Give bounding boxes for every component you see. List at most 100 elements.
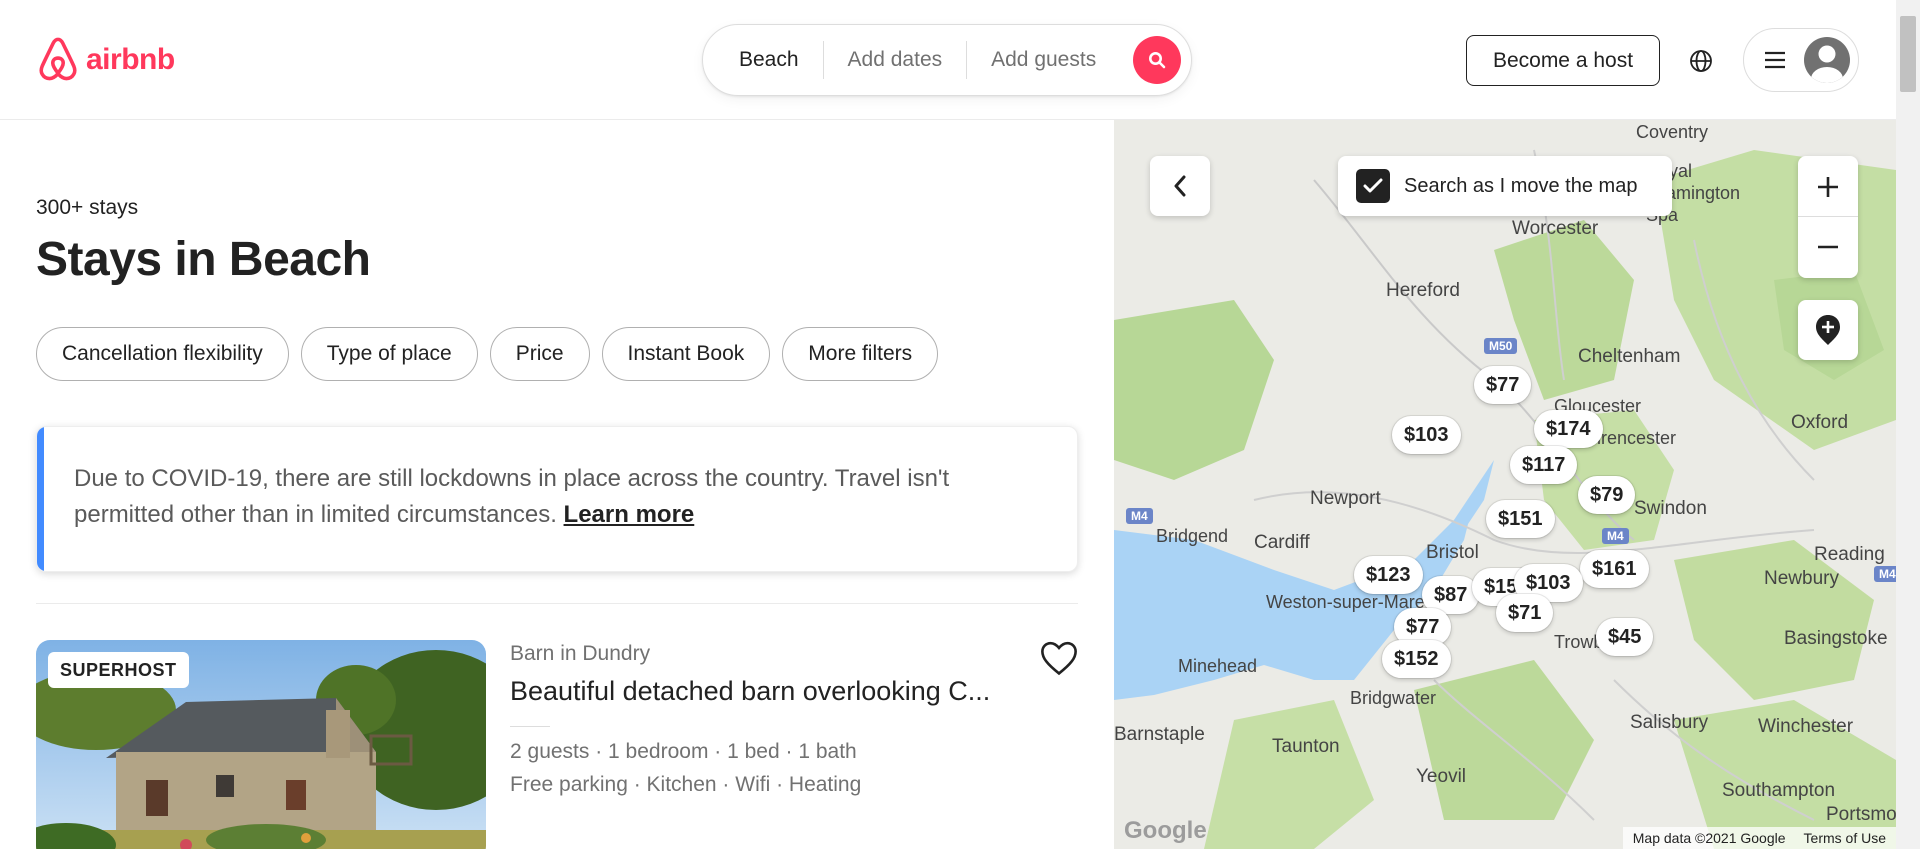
map-place-label: Southampton (1722, 780, 1836, 801)
map-place-label: Oxford (1791, 412, 1849, 433)
map-place-label: Bridgend (1156, 526, 1229, 546)
superhost-badge: SUPERHOST (48, 652, 189, 688)
listing-card[interactable]: SUPERHOST Barn in Dundry Beautiful detac… (36, 640, 1078, 849)
map-data-attribution: Map data ©2021 Google (1632, 830, 1786, 846)
map-place-label: Cheltenham (1578, 346, 1681, 367)
search-location[interactable]: Beach (703, 40, 823, 80)
zoom-controls (1798, 156, 1858, 278)
filter-price[interactable]: Price (489, 327, 590, 381)
price-pin[interactable]: $152 (1382, 640, 1451, 678)
heart-icon (1041, 641, 1077, 676)
filter-more[interactable]: More filters (782, 327, 939, 381)
map[interactable]: Coventry Royal Leamington Spa Worcester … (1114, 120, 1896, 849)
road-shield: M4 (1874, 566, 1896, 582)
search-guests[interactable]: Add guests (967, 40, 1120, 80)
search-as-move-toggle[interactable]: Search as I move the map (1338, 156, 1672, 216)
map-place-label: Basingstoke (1784, 628, 1888, 649)
listing-title[interactable]: Beautiful detached barn overlooking C... (510, 676, 1040, 707)
price-pin[interactable]: $45 (1596, 618, 1654, 656)
listing-details: 2 guests · 1 bedroom · 1 bed · 1 bath (510, 740, 857, 763)
avatar (1804, 37, 1850, 83)
results-panel: 300+ stays Stays in Beach Cancellation f… (0, 120, 1114, 849)
map-place-label: Hereford (1386, 280, 1460, 301)
map-place-label: Worcester (1512, 218, 1599, 239)
menu-icon (1765, 51, 1785, 69)
map-place-label: Coventry (1636, 122, 1709, 142)
listing-photo[interactable]: SUPERHOST (36, 640, 486, 849)
divider (36, 603, 1078, 604)
filter-bar: Cancellation flexibility Type of place P… (36, 327, 939, 381)
map-place-label: Cardiff (1254, 532, 1310, 553)
price-pin[interactable]: $151 (1486, 500, 1555, 538)
zoom-in-button[interactable] (1798, 157, 1858, 217)
airbnb-logo-icon (39, 37, 77, 81)
map-place-label: Newport (1310, 488, 1381, 509)
save-to-wishlist-button[interactable] (1040, 640, 1078, 676)
add-place-button[interactable] (1798, 300, 1858, 360)
road-shield: M4 (1126, 508, 1153, 524)
airbnb-logo[interactable]: airbnb (36, 36, 175, 84)
user-menu-button[interactable] (1743, 28, 1859, 92)
become-host-button[interactable]: Become a host (1466, 35, 1660, 86)
road-shield: M4 (1602, 528, 1629, 544)
map-place-label: Bridgwater (1350, 688, 1437, 708)
search-as-move-label: Search as I move the map (1404, 174, 1638, 197)
filter-type-of-place[interactable]: Type of place (300, 327, 478, 381)
zoom-out-button[interactable] (1798, 217, 1858, 277)
search-dates[interactable]: Add dates (824, 40, 967, 80)
chevron-left-icon (1174, 175, 1186, 197)
price-pin[interactable]: $103 (1392, 416, 1461, 454)
map-place-label: Yeovil (1416, 766, 1467, 787)
map-place-label: Reading (1814, 544, 1885, 565)
notice-text-block: Due to COVID-19, there are still lockdow… (74, 461, 1047, 533)
scrollbar-thumb[interactable] (1900, 16, 1916, 92)
map-place-label: Winchester (1758, 716, 1854, 737)
listing-separator (510, 726, 550, 727)
price-pin[interactable]: $71 (1496, 594, 1554, 632)
filter-cancellation[interactable]: Cancellation flexibility (36, 327, 289, 381)
map-place-label: Newbury (1764, 568, 1839, 589)
checkmark-icon (1363, 178, 1383, 193)
checkbox-checked[interactable] (1356, 169, 1390, 203)
covid-notice: Due to COVID-19, there are still lockdow… (36, 426, 1078, 572)
header: airbnb Beach Add dates Add guests Become… (0, 0, 1896, 120)
page-title: Stays in Beach (36, 233, 371, 286)
road-shield: M50 (1484, 338, 1518, 354)
search-bar[interactable]: Beach Add dates Add guests (702, 24, 1192, 96)
map-place-label: Barnstaple (1114, 724, 1205, 745)
price-pin[interactable]: $123 (1354, 556, 1423, 594)
google-logo: Google (1124, 817, 1207, 844)
map-place-label: Minehead (1178, 656, 1258, 676)
price-pin[interactable]: $117 (1510, 446, 1578, 484)
search-button[interactable] (1133, 36, 1181, 84)
add-pin-icon (1816, 315, 1840, 345)
user-icon (1811, 45, 1843, 83)
language-button[interactable] (1684, 44, 1718, 78)
map-place-label: Portsmouth (1826, 804, 1896, 825)
notice-accent-bar (37, 427, 44, 571)
map-terrain (1114, 120, 1896, 849)
map-footer: Map data ©2021 Google Terms of Use (1622, 827, 1896, 849)
map-place-label: Weston-super-Mare (1266, 592, 1425, 612)
notice-text: Due to COVID-19, there are still lockdow… (74, 465, 950, 528)
map-place-label: Taunton (1272, 736, 1340, 757)
price-pin[interactable]: $79 (1578, 476, 1636, 514)
logo-text: airbnb (86, 43, 175, 76)
collapse-map-button[interactable] (1150, 156, 1210, 216)
globe-icon (1690, 50, 1712, 72)
price-pin[interactable]: $77 (1474, 366, 1532, 404)
filter-instant-book[interactable]: Instant Book (601, 327, 771, 381)
plus-icon (1818, 176, 1838, 197)
learn-more-link[interactable]: Learn more (564, 501, 695, 528)
listing-subtitle: Barn in Dundry (510, 642, 651, 665)
map-place-label: Salisbury (1630, 712, 1709, 733)
price-pin[interactable]: $174 (1534, 410, 1603, 448)
terms-link[interactable]: Terms of Use (1804, 830, 1886, 846)
search-icon (1149, 52, 1166, 69)
results-count: 300+ stays (36, 196, 139, 219)
minus-icon (1818, 245, 1838, 249)
price-pin[interactable]: $161 (1580, 550, 1649, 588)
map-place-label: Swindon (1634, 498, 1707, 519)
map-place-label: Bristol (1426, 542, 1479, 563)
scrollbar[interactable] (1896, 0, 1920, 849)
